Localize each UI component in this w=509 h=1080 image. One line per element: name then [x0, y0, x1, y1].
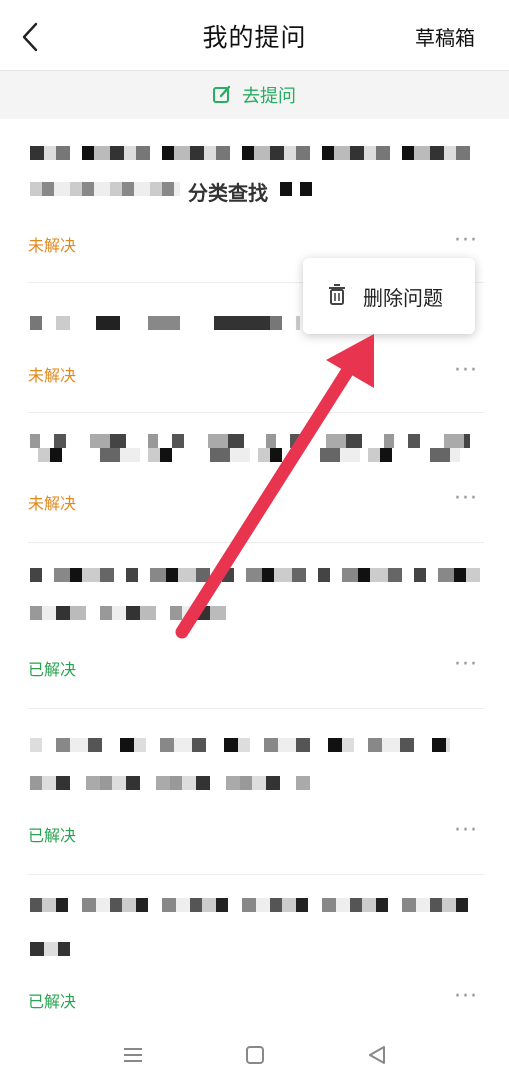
more-icon[interactable]: ··· — [454, 820, 478, 842]
blurred-question-text — [30, 448, 460, 462]
more-icon[interactable]: ··· — [454, 986, 478, 1008]
blurred-question-text — [30, 898, 470, 912]
trash-icon — [329, 284, 345, 305]
more-icon[interactable]: ··· — [454, 488, 478, 510]
question-text-fragment: 分类查找 — [188, 181, 268, 205]
edit-icon — [213, 85, 231, 103]
status-badge: 已解决 — [28, 992, 77, 1011]
delete-question-popup[interactable]: 删除问题 — [303, 258, 475, 334]
question-item[interactable]: 未解决 ··· — [28, 412, 484, 543]
blurred-question-text — [30, 434, 470, 448]
delete-question-label: 删除问题 — [363, 286, 443, 310]
question-item[interactable]: 已解决 ··· — [28, 542, 484, 709]
ask-question-label: 去提问 — [242, 86, 296, 107]
more-icon[interactable]: ··· — [454, 360, 478, 382]
status-badge: 已解决 — [28, 826, 77, 845]
status-badge: 未解决 — [28, 366, 77, 385]
blurred-question-text — [30, 182, 180, 196]
more-icon[interactable]: ··· — [454, 230, 478, 252]
blurred-question-text — [30, 606, 240, 620]
more-icon[interactable]: ··· — [454, 654, 478, 676]
blurred-question-text — [30, 738, 450, 752]
ask-question-button[interactable]: 去提问 — [212, 82, 296, 108]
blurred-question-text — [30, 942, 70, 956]
menu-icon[interactable] — [118, 1040, 148, 1070]
status-badge: 未解决 — [28, 236, 77, 255]
question-item[interactable]: 已解决 ··· — [28, 874, 484, 1024]
back-triangle-icon[interactable] — [362, 1040, 392, 1070]
blurred-question-text — [30, 316, 300, 330]
blurred-question-text — [30, 776, 310, 790]
drafts-button[interactable]: 草稿箱 — [415, 22, 475, 51]
ask-question-bar: 去提问 — [0, 70, 509, 119]
blurred-question-text — [30, 568, 480, 582]
status-badge: 已解决 — [28, 660, 77, 679]
system-nav-bar — [0, 1030, 509, 1080]
blurred-question-text — [30, 146, 470, 160]
status-badge: 未解决 — [28, 494, 77, 513]
home-square-icon[interactable] — [240, 1040, 270, 1070]
blurred-question-text — [280, 182, 320, 196]
question-item[interactable]: 已解决 ··· — [28, 708, 484, 875]
app-header: 我的提问 草稿箱 — [0, 0, 509, 70]
